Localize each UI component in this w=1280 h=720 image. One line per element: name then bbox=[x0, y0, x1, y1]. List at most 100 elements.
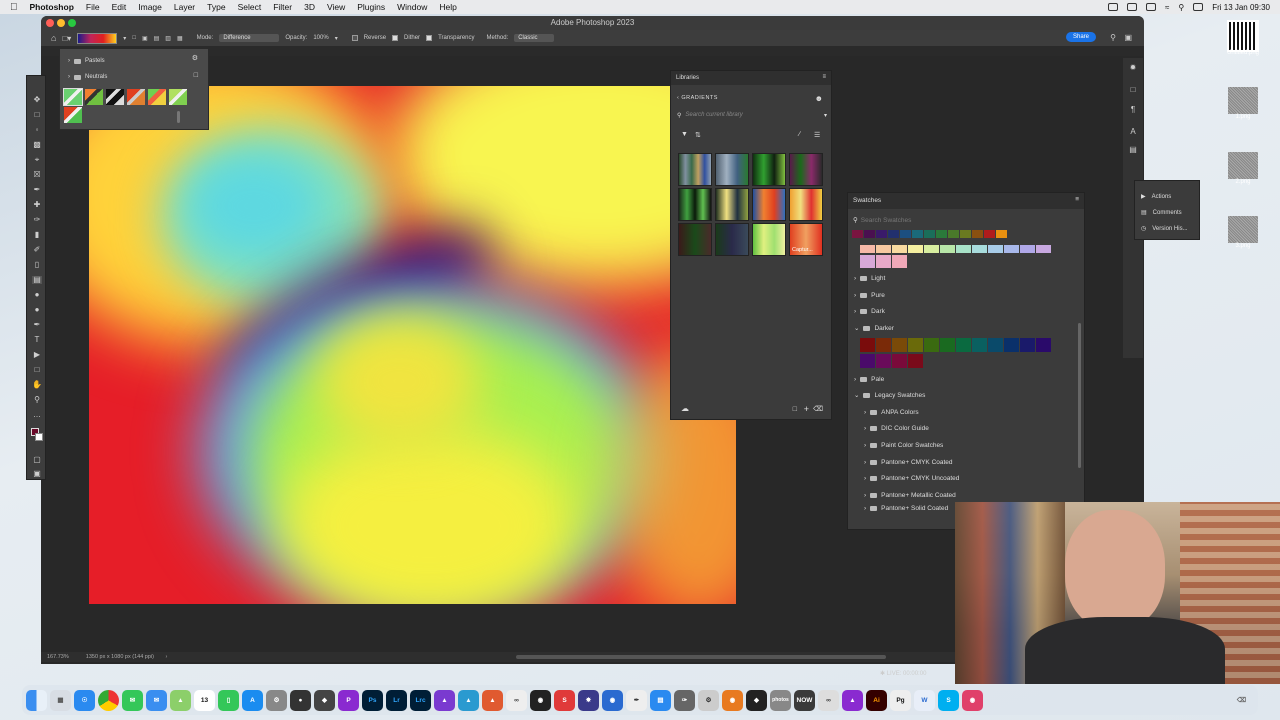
libraries-tab[interactable]: Libraries ≡ bbox=[671, 71, 831, 85]
dock-app-icon[interactable]: W bbox=[914, 689, 935, 711]
gradient-dropdown-icon[interactable]: ▾ bbox=[123, 35, 126, 42]
menu-view[interactable]: View bbox=[327, 2, 345, 12]
lasso-tool-icon[interactable]: ◦ bbox=[32, 126, 42, 134]
color-swatch[interactable] bbox=[860, 354, 875, 368]
color-swatch[interactable] bbox=[936, 230, 947, 238]
dock-lightroom-icon[interactable]: Lr bbox=[386, 689, 407, 711]
color-swatch[interactable] bbox=[864, 230, 875, 238]
desktop-file-icon[interactable]: 3.png bbox=[1227, 216, 1259, 249]
color-swatch[interactable] bbox=[1020, 338, 1035, 352]
frame-tool-icon[interactable]: ☒ bbox=[32, 171, 42, 179]
color-swatch[interactable] bbox=[940, 245, 955, 253]
gradient-thumb[interactable] bbox=[752, 153, 786, 186]
add-icon[interactable]: + bbox=[804, 404, 809, 414]
gradient-thumb[interactable] bbox=[106, 89, 124, 105]
menu-3d[interactable]: 3D bbox=[304, 2, 315, 12]
dock-app-icon[interactable]: ⚙ bbox=[698, 689, 719, 711]
dock-finder-icon[interactable] bbox=[26, 689, 47, 711]
dock-now-icon[interactable]: NOW bbox=[794, 689, 815, 711]
color-swatch[interactable] bbox=[996, 230, 1007, 238]
dock-files-icon[interactable]: ▤ bbox=[650, 689, 671, 711]
gradient-thumb[interactable] bbox=[63, 88, 83, 106]
color-swatch[interactable] bbox=[892, 354, 907, 368]
menu-file[interactable]: File bbox=[86, 2, 100, 12]
gradient-thumb[interactable] bbox=[752, 188, 786, 221]
search-icon[interactable]: ⚲ bbox=[1110, 33, 1116, 42]
color-swatch[interactable] bbox=[1036, 338, 1051, 352]
swatch-subgroup[interactable]: › Pantone+ CMYK Coated bbox=[864, 455, 953, 469]
menubar-datetime[interactable]: Fri 13 Jan 09:30 bbox=[1212, 3, 1270, 12]
swatch-subgroup[interactable]: › Pantone+ Metallic Coated bbox=[864, 488, 956, 502]
dock-brush-icon[interactable]: ✑ bbox=[674, 689, 695, 711]
control-center-icon[interactable] bbox=[1193, 3, 1204, 11]
swatch-group-legacy[interactable]: ⌄ Legacy Swatches bbox=[854, 388, 925, 402]
gradient-folder-neutrals[interactable]: › Neutrals bbox=[68, 74, 107, 80]
more-tools-icon[interactable]: … bbox=[32, 411, 42, 419]
dock-app-icon[interactable]: ✸ bbox=[578, 689, 599, 711]
dock-affinity-icon[interactable]: ▲ bbox=[842, 689, 863, 711]
menu-image[interactable]: Image bbox=[138, 2, 162, 12]
character-icon[interactable]: A bbox=[1128, 128, 1138, 136]
libraries-search[interactable]: ⚲ Search current library ▾ bbox=[677, 109, 827, 121]
history-brush-icon[interactable]: ✐ bbox=[32, 246, 42, 254]
close-window-icon[interactable] bbox=[46, 19, 54, 27]
gradient-thumb[interactable]: Captur... bbox=[789, 223, 823, 256]
dock-mail-icon[interactable]: ✉ bbox=[146, 689, 167, 711]
dock-link-icon[interactable]: ∞ bbox=[818, 689, 839, 711]
apple-icon[interactable]:  bbox=[10, 2, 18, 13]
gradient-folder-pastels[interactable]: › Pastels bbox=[68, 58, 105, 64]
dock-calendar-icon[interactable]: 13 bbox=[194, 689, 215, 711]
chevron-right-icon[interactable]: › bbox=[166, 654, 168, 660]
dock-safari-icon[interactable]: ☉ bbox=[74, 689, 95, 711]
type-tool-icon[interactable]: T bbox=[32, 336, 42, 344]
add-element-icon[interactable]: ∕ bbox=[799, 131, 800, 138]
brush-tool-icon[interactable]: ✑ bbox=[32, 216, 42, 224]
color-swatch[interactable] bbox=[948, 230, 959, 238]
menu-select[interactable]: Select bbox=[238, 2, 262, 12]
eraser-tool-icon[interactable]: ▯ bbox=[32, 261, 42, 269]
color-swatch[interactable] bbox=[860, 338, 875, 352]
color-swatch[interactable] bbox=[972, 338, 987, 352]
libraries-breadcrumb[interactable]: ‹ GRADIENTS bbox=[677, 95, 718, 101]
color-swatch[interactable] bbox=[852, 230, 863, 238]
menu-help[interactable]: Help bbox=[439, 2, 456, 12]
dock-skype-icon[interactable]: S bbox=[938, 689, 959, 711]
home-icon[interactable]: ⌂ bbox=[51, 33, 56, 43]
menu-window[interactable]: Window bbox=[397, 2, 427, 12]
linear-gradient-icon[interactable]: □ bbox=[132, 35, 136, 41]
marquee-tool-icon[interactable]: □ bbox=[32, 111, 42, 119]
document-canvas[interactable] bbox=[89, 86, 736, 604]
dock-affinity-photo-icon[interactable]: ▲ bbox=[458, 689, 479, 711]
dock-settings-icon[interactable]: ⚙ bbox=[266, 689, 287, 711]
gradient-thumb[interactable] bbox=[127, 89, 145, 105]
zoom-tool-icon[interactable]: ⚲ bbox=[32, 396, 42, 404]
color-swatch[interactable] bbox=[876, 255, 891, 268]
blur-tool-icon[interactable]: ● bbox=[32, 291, 42, 299]
dock-screenshot-icon[interactable]: ◉ bbox=[530, 689, 551, 711]
healing-tool-icon[interactable]: ✚ bbox=[32, 201, 42, 209]
gradient-thumb[interactable] bbox=[85, 89, 103, 105]
record-icon[interactable] bbox=[1107, 3, 1118, 11]
color-swatch[interactable] bbox=[972, 230, 983, 238]
dock-photoshop-icon[interactable]: Ps bbox=[362, 689, 383, 711]
object-select-tool-icon[interactable]: ▩ bbox=[32, 141, 42, 149]
dock-app-icon[interactable]: ◉ bbox=[602, 689, 623, 711]
new-group-icon[interactable]: □ bbox=[793, 406, 797, 413]
swatch-subgroup[interactable]: › Pantone+ CMYK Uncoated bbox=[864, 471, 959, 485]
swatch-subgroup[interactable]: › ANPA Colors bbox=[864, 405, 919, 419]
tool-preset-icon[interactable]: □▾ bbox=[62, 34, 71, 43]
gradient-thumb[interactable] bbox=[678, 188, 712, 221]
gear-icon[interactable]: ⚙ bbox=[192, 54, 198, 62]
dock-app-icon[interactable]: ◆ bbox=[746, 689, 767, 711]
diamond-gradient-icon[interactable]: ▦ bbox=[177, 35, 183, 42]
background-color-swatch[interactable] bbox=[35, 433, 43, 441]
quick-mask-icon[interactable]: ▢ bbox=[32, 456, 42, 464]
dock-app-store-icon[interactable]: A bbox=[242, 689, 263, 711]
gradient-preview[interactable] bbox=[77, 32, 118, 44]
dock-davinci-icon[interactable]: ◆ bbox=[314, 689, 335, 711]
swatch-group-darker[interactable]: ⌄ Darker bbox=[854, 321, 894, 335]
color-swatch[interactable] bbox=[908, 338, 923, 352]
pen-tool-icon[interactable]: ✒ bbox=[32, 321, 42, 329]
gradient-thumb[interactable] bbox=[789, 188, 823, 221]
wifi-icon[interactable]: ≈ bbox=[1165, 3, 1169, 12]
